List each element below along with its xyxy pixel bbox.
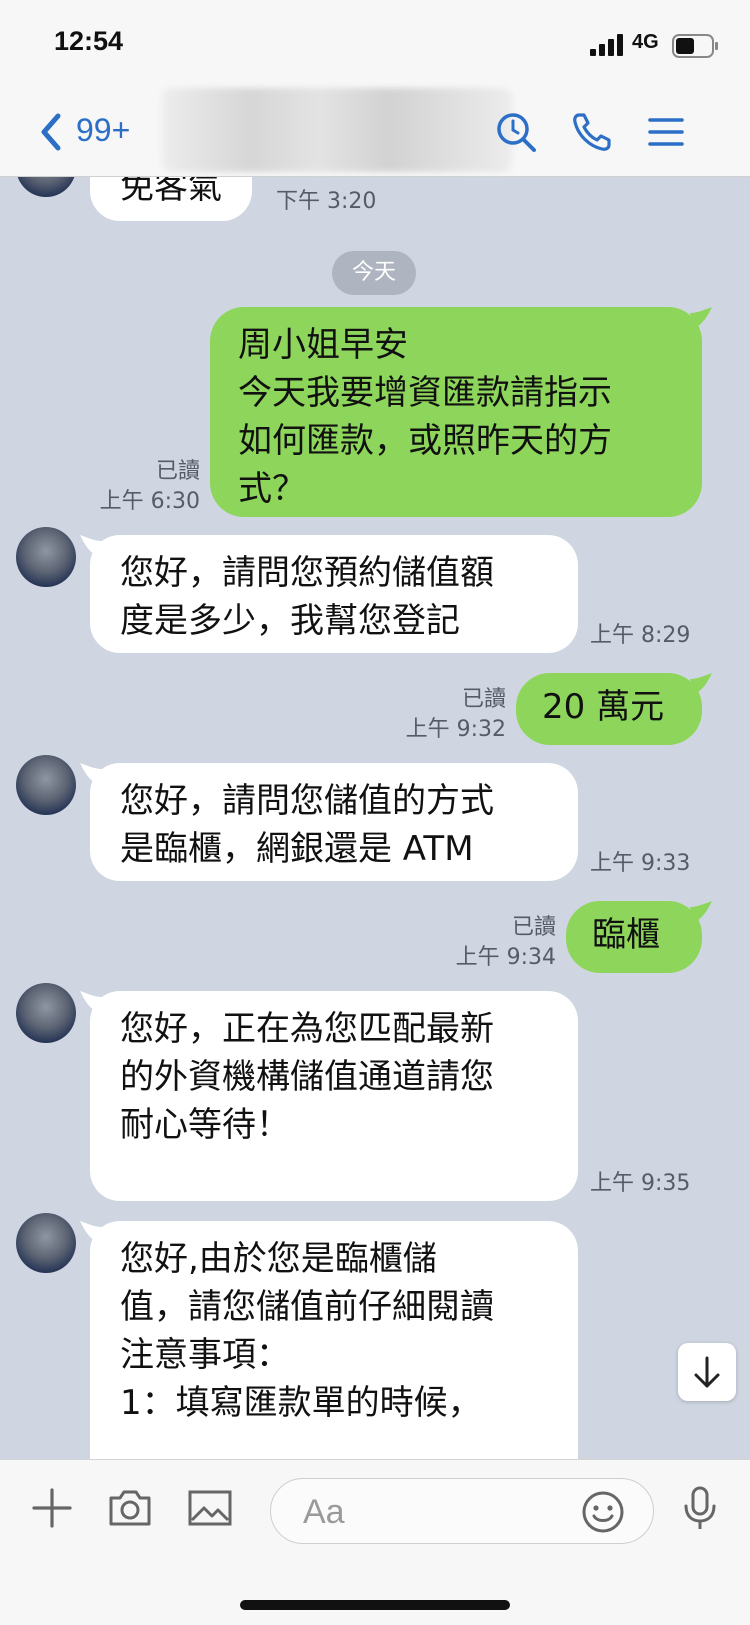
contact-avatar[interactable]	[16, 1213, 76, 1273]
message-line: 式？	[238, 469, 306, 509]
bubble-tail	[690, 673, 712, 695]
bubble-tail	[80, 535, 102, 557]
read-receipt: 已讀	[511, 915, 556, 940]
message-line: 值，請您儲值前仔細閱讀	[120, 1287, 494, 1327]
message-line: 周小姐早安	[238, 325, 408, 365]
message-time: 上午 8:29	[590, 623, 691, 648]
date-separator: 今天	[332, 251, 416, 295]
message-bubble-outgoing[interactable]: 臨櫃	[566, 901, 702, 973]
bubble-tail	[80, 991, 102, 1013]
image-icon[interactable]	[186, 1484, 234, 1532]
message-line: 今天我要增資匯款請指示	[238, 373, 612, 413]
message-status: 已讀 上午 6:30	[90, 457, 200, 517]
message-line: 您好，請問您預約儲值額	[120, 553, 494, 593]
unread-count-badge[interactable]: 99+	[76, 112, 130, 149]
menu-icon[interactable]	[644, 110, 688, 154]
message-status: 已讀 上午 9:32	[396, 685, 506, 745]
message-line: 如何匯款，或照昨天的方	[238, 421, 612, 461]
message-line: 耐心等待！	[120, 1105, 290, 1145]
chat-header: 99+	[0, 88, 750, 177]
bubble-tail	[80, 1221, 102, 1243]
status-bar: 12:54 4G	[0, 0, 750, 88]
search-icon[interactable]	[494, 110, 538, 154]
message-bubble-incoming[interactable]: 免客氣	[90, 177, 252, 221]
contact-avatar[interactable]	[16, 177, 76, 197]
contact-avatar[interactable]	[16, 983, 76, 1043]
signal-icon	[590, 34, 623, 56]
network-label: 4G	[632, 31, 659, 53]
battery-icon	[672, 34, 718, 58]
message-bubble-incoming[interactable]: 您好，正在為您匹配最新 的外資機構儲值通道請您 耐心等待！	[90, 991, 578, 1201]
message-input-field[interactable]	[270, 1478, 654, 1544]
message-bubble-incoming[interactable]: 您好,由於您是臨櫃儲 值，請您儲值前仔細閱讀 注意事項： 1：填寫匯款單的時候，	[90, 1221, 578, 1459]
arrow-down-icon	[694, 1356, 720, 1388]
message-input[interactable]	[301, 1491, 555, 1533]
emoji-icon[interactable]	[581, 1490, 625, 1534]
message-line: 的外資機構儲值通道請您	[120, 1057, 494, 1097]
blurred-contact-name	[162, 88, 512, 172]
message-bubble-outgoing[interactable]: 20 萬元	[516, 673, 702, 745]
message-line: 1：填寫匯款單的時候，	[120, 1383, 482, 1423]
message-text: 20 萬元	[542, 687, 665, 727]
message-time: 下午 3:20	[276, 189, 377, 214]
message-text: 臨櫃	[592, 915, 660, 955]
message-line: 您好,由於您是臨櫃儲	[120, 1239, 437, 1279]
message-line: 您好，請問您儲值的方式	[120, 781, 494, 821]
bubble-tail	[690, 307, 712, 329]
message-time: 上午 9:34	[455, 945, 556, 970]
message-bubble-incoming[interactable]: 您好，請問您儲值的方式 是臨櫃，網銀還是 ATM	[90, 763, 578, 881]
message-line: 是臨櫃，網銀還是 ATM	[120, 829, 474, 869]
read-receipt: 已讀	[461, 687, 506, 712]
message-line: 度是多少，我幫您登記	[120, 601, 460, 641]
plus-icon[interactable]	[28, 1484, 76, 1532]
back-chevron-icon[interactable]	[36, 110, 66, 154]
message-bubble-incoming[interactable]: 您好，請問您預約儲值額 度是多少，我幫您登記	[90, 535, 578, 653]
message-time: 上午 6:30	[99, 489, 200, 514]
message-time: 上午 9:35	[590, 1171, 691, 1196]
message-line: 您好，正在為您匹配最新	[120, 1009, 494, 1049]
chat-history[interactable]: 免客氣 下午 3:20 今天 周小姐早安 今天我要增資匯款請指示 如何匯款，或照…	[0, 177, 750, 1459]
phone-icon[interactable]	[570, 110, 614, 154]
message-composer	[0, 1459, 750, 1625]
bubble-tail	[80, 763, 102, 785]
message-text: 免客氣	[120, 177, 222, 207]
microphone-icon[interactable]	[676, 1484, 724, 1532]
message-line: 注意事項：	[120, 1335, 290, 1375]
contact-avatar[interactable]	[16, 755, 76, 815]
status-time: 12:54	[54, 26, 124, 56]
read-receipt: 已讀	[155, 459, 200, 484]
message-bubble-outgoing[interactable]: 周小姐早安 今天我要增資匯款請指示 如何匯款，或照昨天的方 式？	[210, 307, 702, 517]
message-time: 上午 9:33	[590, 851, 691, 876]
message-status: 已讀 上午 9:34	[446, 913, 556, 973]
contact-avatar[interactable]	[16, 527, 76, 587]
message-time: 上午 9:32	[405, 717, 506, 742]
bubble-tail	[690, 901, 712, 923]
camera-icon[interactable]	[106, 1484, 154, 1532]
scroll-to-bottom-button[interactable]	[678, 1343, 736, 1401]
home-indicator[interactable]	[240, 1600, 510, 1610]
